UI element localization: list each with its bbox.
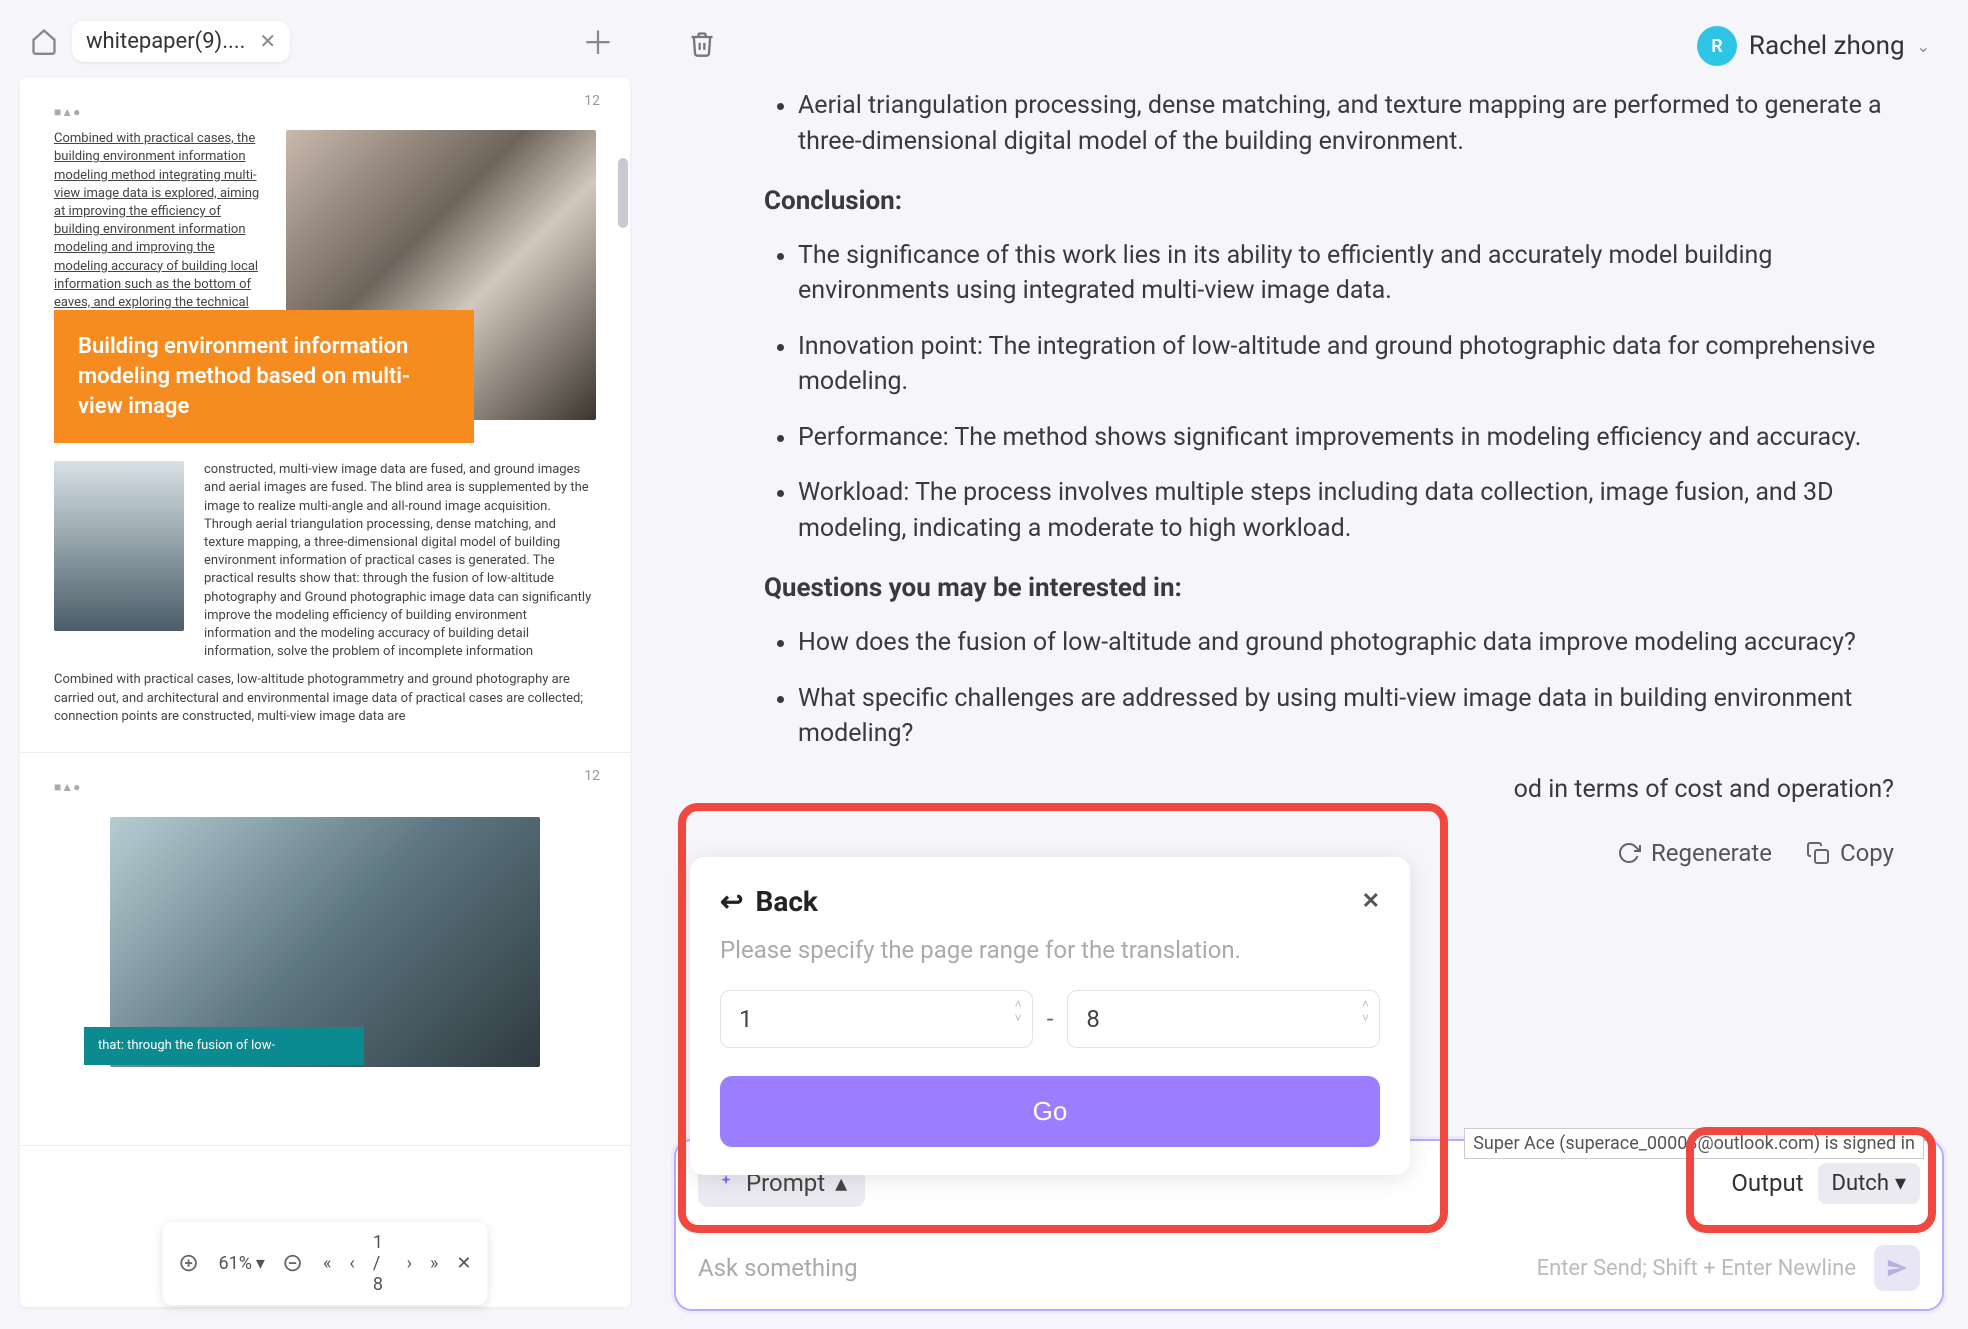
back-arrow-icon[interactable]: ↩	[720, 885, 743, 918]
delete-button[interactable]	[688, 30, 720, 62]
section-heading: Conclusion:	[764, 183, 1894, 220]
translation-popover: ↩ Back ✕ Please specify the page range f…	[690, 857, 1410, 1175]
language-value: Dutch	[1832, 1171, 1889, 1196]
doc-image-desk	[54, 461, 184, 631]
left-panel: whitepaper(9).... ✕ ＋ ■▲● 12 Combined wi…	[0, 0, 650, 1329]
go-button[interactable]: Go	[720, 1076, 1380, 1147]
right-panel: R Rachel zhong ⌄ Aerial triangulation pr…	[650, 0, 1968, 1329]
refresh-icon	[1617, 841, 1641, 865]
home-icon	[30, 27, 58, 55]
step-down-icon[interactable]: ˅	[1015, 1011, 1022, 1025]
doc-paragraph: Combined with practical cases, low-altit…	[54, 671, 596, 726]
output-language: Output Dutch ▾	[1731, 1163, 1920, 1204]
new-tab-button[interactable]: ＋	[572, 18, 624, 64]
regenerate-label: Regenerate	[1651, 839, 1772, 867]
step-up-icon[interactable]: ˄	[1015, 997, 1022, 1011]
avatar: R	[1697, 26, 1737, 66]
chevron-down-icon: ▾	[256, 1253, 265, 1274]
popover-subtitle: Please specify the page range for the tr…	[720, 936, 1380, 964]
response-bullet: Innovation point: The integration of low…	[798, 329, 1894, 400]
zoom-in-button[interactable]	[179, 1253, 201, 1275]
zoom-out-button[interactable]	[283, 1253, 305, 1275]
suggested-question[interactable]: What specific challenges are addressed b…	[798, 681, 1894, 752]
back-label[interactable]: Back	[755, 885, 817, 918]
send-button[interactable]	[1874, 1245, 1920, 1291]
section-heading: Questions you may be interested in:	[764, 570, 1894, 607]
signed-in-tooltip: Super Ace (superace_00003@outlook.com) i…	[1464, 1128, 1924, 1159]
close-tab-button[interactable]: ✕	[259, 29, 276, 53]
range-dash: -	[1047, 1005, 1054, 1033]
document-viewer[interactable]: ■▲● 12 Combined with practical cases, th…	[20, 78, 630, 1307]
prev-page-button[interactable]: ‹	[349, 1253, 354, 1274]
page-shapes-icon: ■▲●	[54, 780, 80, 794]
page-number: 12	[584, 767, 600, 787]
output-label: Output	[1731, 1169, 1803, 1197]
copy-label: Copy	[1840, 839, 1894, 867]
username-label: Rachel zhong	[1749, 31, 1905, 61]
response-bullet: Workload: The process involves multiple …	[798, 475, 1894, 546]
last-page-button[interactable]: »	[430, 1253, 438, 1274]
copy-button[interactable]: Copy	[1806, 839, 1894, 867]
next-page-button[interactable]: ›	[407, 1253, 412, 1274]
language-select[interactable]: Dutch ▾	[1818, 1163, 1920, 1204]
zoom-percent-label: 61%	[219, 1253, 252, 1274]
step-down-icon[interactable]: ˅	[1362, 1011, 1369, 1025]
step-up-icon[interactable]: ˄	[1362, 997, 1369, 1011]
close-toolbar-button[interactable]: ✕	[456, 1253, 471, 1274]
suggested-question[interactable]: od in terms of cost and operation?	[1258, 772, 1894, 808]
trash-icon	[688, 30, 716, 58]
response-bullet: The significance of this work lies in it…	[798, 238, 1894, 309]
file-tab[interactable]: whitepaper(9).... ✕	[72, 21, 290, 62]
top-bar: R Rachel zhong ⌄	[664, 14, 1954, 78]
page-to-value: 8	[1086, 1005, 1100, 1033]
user-menu[interactable]: R Rachel zhong ⌄	[1697, 26, 1930, 66]
copy-icon	[1806, 841, 1830, 865]
doc-title-block: Building environment information modelin…	[54, 310, 474, 443]
send-hint: Enter Send; Shift + Enter Newline	[1537, 1256, 1856, 1281]
page-number: 12	[584, 92, 600, 112]
page-indicator: 1 / 8	[373, 1232, 389, 1295]
sparkle-icon	[716, 1173, 736, 1193]
page-to-input[interactable]: 8 ˄ ˅	[1067, 990, 1380, 1048]
page-from-input[interactable]: 1 ˄ ˅	[720, 990, 1033, 1048]
ai-response: Aerial triangulation processing, dense m…	[664, 78, 1954, 807]
first-page-button[interactable]: «	[323, 1253, 331, 1274]
regenerate-button[interactable]: Regenerate	[1617, 839, 1772, 867]
suggested-question[interactable]: How does the fusion of low-altitude and …	[798, 625, 1894, 661]
ask-input[interactable]: Ask something	[698, 1254, 858, 1282]
home-button[interactable]	[26, 23, 62, 59]
zoom-toolbar: 61% ▾ « ‹ 1 / 8 › » ✕	[163, 1222, 488, 1305]
response-bullet: Aerial triangulation processing, dense m…	[798, 88, 1894, 159]
zoom-level[interactable]: 61% ▾	[219, 1253, 265, 1274]
doc-caption-strip: that: through the fusion of low-	[84, 1027, 364, 1065]
doc-paragraph: constructed, multi-view image data are f…	[204, 461, 596, 661]
send-icon	[1886, 1257, 1908, 1279]
page-from-value: 1	[739, 1005, 753, 1033]
close-popover-button[interactable]: ✕	[1362, 889, 1380, 914]
chevron-down-icon: ▾	[1895, 1171, 1906, 1196]
response-bullet: Performance: The method shows significan…	[798, 420, 1894, 456]
file-tab-label: whitepaper(9)....	[86, 29, 245, 54]
tab-bar: whitepaper(9).... ✕ ＋	[10, 10, 640, 72]
document-page: ■▲● 12 that: through the fusion of low-	[20, 753, 630, 1146]
document-page: ■▲● 12 Combined with practical cases, th…	[20, 78, 630, 753]
page-shapes-icon: ■▲●	[54, 105, 80, 119]
chevron-down-icon: ⌄	[1917, 37, 1930, 56]
